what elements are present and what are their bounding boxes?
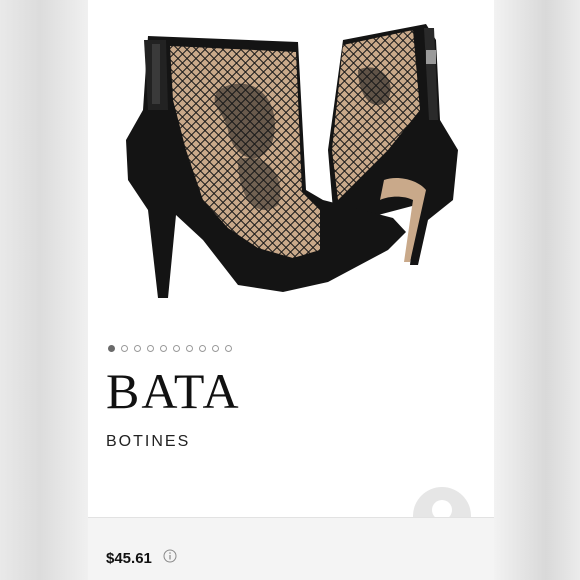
pagination-dot[interactable] [225,344,232,352]
pagination-dot[interactable] [160,344,167,352]
pagination-dot[interactable] [212,344,219,352]
image-pagination [108,343,232,353]
price-bar: $45.61 [88,517,494,580]
pagination-dot[interactable] [147,344,154,352]
listing-card: BATA BOTINES $45.61 [88,0,494,580]
category-label: BOTINES [106,433,191,450]
pagination-dot[interactable] [108,344,115,352]
blurred-background-right [494,0,580,580]
brand-name[interactable]: BATA [106,362,241,420]
product-image[interactable] [88,0,494,320]
price: $45.61 [106,550,152,567]
info-icon[interactable] [163,549,177,563]
pagination-dot[interactable] [199,344,206,352]
blurred-background-left [0,0,88,580]
pagination-dot[interactable] [121,344,128,352]
pagination-dot[interactable] [186,344,193,352]
pagination-dot[interactable] [134,344,141,352]
pagination-dot[interactable] [173,344,180,352]
